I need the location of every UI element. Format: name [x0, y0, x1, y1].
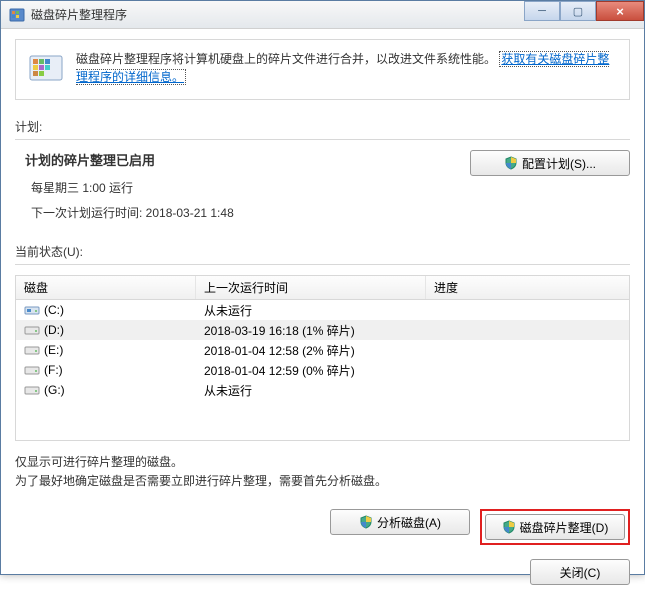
action-buttons: 分析磁盘(A) 磁盘碎片整理(D) — [15, 509, 630, 545]
maximize-button[interactable]: ▢ — [560, 1, 596, 21]
content-area: 磁盘碎片整理程序将计算机硬盘上的碎片文件进行合并，以改进文件系统性能。 获取有关… — [1, 29, 644, 595]
table-row[interactable]: (C:) 从未运行 — [16, 300, 629, 320]
column-progress[interactable]: 进度 — [426, 276, 629, 299]
table-row[interactable]: (F:) 2018-01-04 12:59 (0% 碎片) — [16, 360, 629, 380]
drive-name: (E:) — [44, 343, 63, 357]
minimize-button[interactable]: ─ — [524, 1, 560, 21]
last-run-value: 从未运行 — [196, 382, 426, 399]
table-body: (C:)从未运行(D:)2018-03-19 16:18 (1% 碎片)(E:)… — [16, 300, 629, 440]
info-text: 磁盘碎片整理程序将计算机硬盘上的碎片文件进行合并，以改进文件系统性能。 获取有关… — [76, 50, 617, 86]
table-header: 磁盘 上一次运行时间 进度 — [16, 276, 629, 300]
schedule-frequency: 每星期三 1:00 运行 — [25, 179, 234, 196]
window-controls: ─ ▢ × — [524, 1, 644, 21]
last-run-value: 2018-03-19 16:18 (1% 碎片) — [196, 322, 426, 339]
drive-icon — [24, 364, 40, 376]
schedule-label: 计划: — [15, 118, 630, 135]
titlebar[interactable]: 磁盘碎片整理程序 ─ ▢ × — [1, 1, 644, 29]
divider — [15, 139, 630, 140]
close-row: 关闭(C) — [15, 559, 630, 585]
column-lastrun[interactable]: 上一次运行时间 — [196, 276, 426, 299]
last-run-value: 从未运行 — [196, 302, 426, 319]
info-panel: 磁盘碎片整理程序将计算机硬盘上的碎片文件进行合并，以改进文件系统性能。 获取有关… — [15, 39, 630, 100]
shield-icon — [359, 515, 373, 529]
defragment-disk-button[interactable]: 磁盘碎片整理(D) — [485, 514, 625, 540]
last-run-value: 2018-01-04 12:58 (2% 碎片) — [196, 342, 426, 359]
disk-defragmenter-window: 磁盘碎片整理程序 ─ ▢ × — [0, 0, 645, 575]
schedule-section: 计划的碎片整理已启用 每星期三 1:00 运行 下一次计划运行时间: 2018-… — [15, 150, 630, 229]
drive-name: (F:) — [44, 363, 63, 377]
close-dialog-button[interactable]: 关闭(C) — [530, 559, 630, 585]
shield-icon — [502, 520, 516, 534]
window-title: 磁盘碎片整理程序 — [31, 6, 127, 23]
note-line-2: 为了最好地确定磁盘是否需要立即进行碎片整理，需要首先分析磁盘。 — [15, 472, 630, 491]
column-disk[interactable]: 磁盘 — [16, 276, 196, 299]
schedule-info: 计划的碎片整理已启用 每星期三 1:00 运行 下一次计划运行时间: 2018-… — [15, 150, 234, 229]
drive-name: (G:) — [44, 383, 65, 397]
drive-name: (D:) — [44, 323, 64, 337]
shield-icon — [504, 156, 518, 170]
divider — [15, 264, 630, 265]
drive-icon — [24, 384, 40, 396]
drive-icon — [24, 324, 40, 336]
defrag-icon — [28, 50, 64, 89]
notes: 仅显示可进行碎片整理的磁盘。 为了最好地确定磁盘是否需要立即进行碎片整理，需要首… — [15, 453, 630, 491]
app-icon — [9, 7, 25, 23]
table-row[interactable]: (E:) 2018-01-04 12:58 (2% 碎片) — [16, 340, 629, 360]
table-row[interactable]: (G:) 从未运行 — [16, 380, 629, 400]
highlight-box: 磁盘碎片整理(D) — [480, 509, 630, 545]
schedule-next-run: 下一次计划运行时间: 2018-03-21 1:48 — [25, 204, 234, 221]
drive-name: (C:) — [44, 303, 64, 317]
status-label: 当前状态(U): — [15, 243, 630, 260]
analyze-disk-button[interactable]: 分析磁盘(A) — [330, 509, 470, 535]
configure-schedule-button[interactable]: 配置计划(S)... — [470, 150, 630, 176]
drive-icon — [24, 344, 40, 356]
drive-icon — [24, 304, 40, 316]
schedule-status: 计划的碎片整理已启用 — [25, 150, 234, 169]
close-button[interactable]: × — [596, 1, 644, 21]
disk-table: 磁盘 上一次运行时间 进度 (C:) 从未运行 (D:) 2018-03-19 16:… — [15, 275, 630, 441]
note-line-1: 仅显示可进行碎片整理的磁盘。 — [15, 453, 630, 472]
table-row[interactable]: (D:) 2018-03-19 16:18 (1% 碎片) — [16, 320, 629, 340]
last-run-value: 2018-01-04 12:59 (0% 碎片) — [196, 362, 426, 379]
